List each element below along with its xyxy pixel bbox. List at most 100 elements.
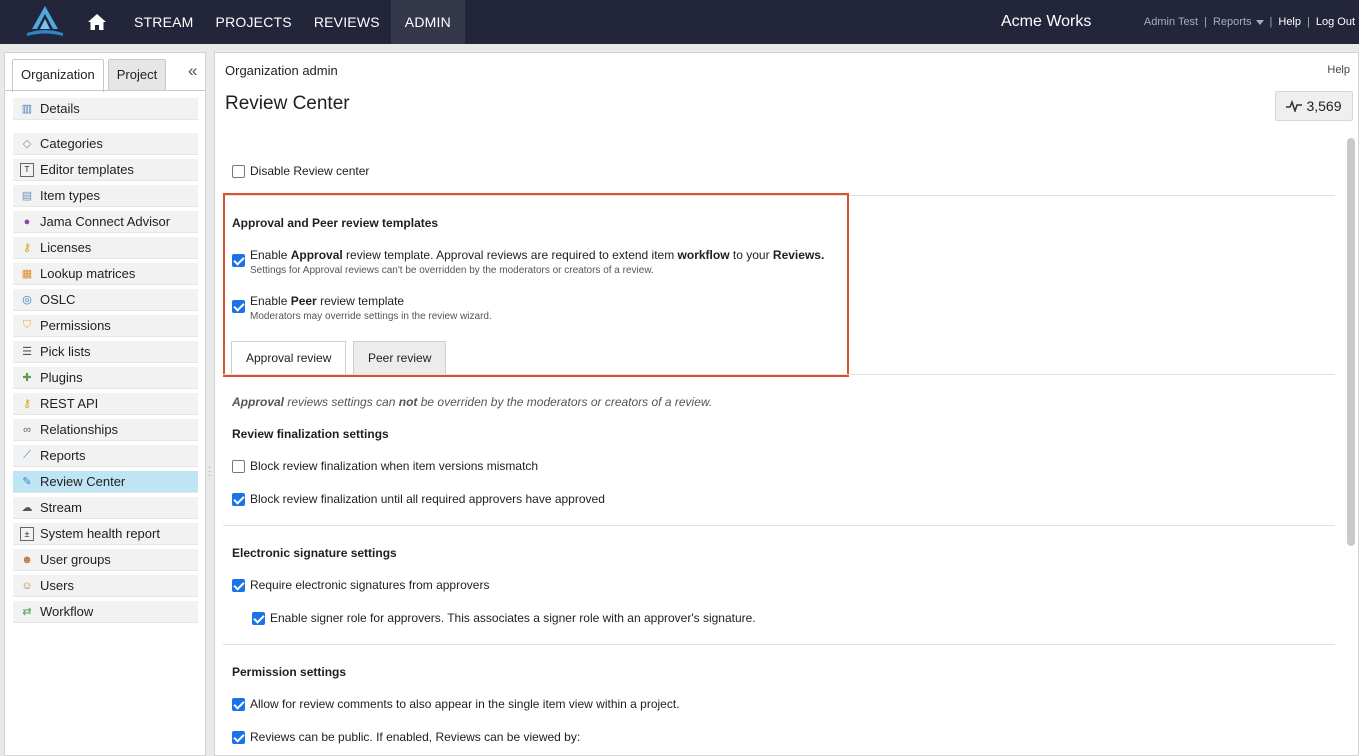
chart-icon: ⟋ (23, 449, 31, 461)
tab-project[interactable]: Project (107, 59, 167, 91)
approval-template-label: Enable Approval review template. Approva… (250, 248, 824, 262)
sidebar-item-label: Stream (40, 500, 82, 515)
activity-counter[interactable]: 3,569 (1275, 91, 1353, 121)
text-part: review template. Approval reviews are re… (342, 248, 678, 262)
esig-heading: Electronic signature settings (232, 546, 397, 560)
block-until-approved-checkbox[interactable] (232, 493, 245, 506)
templates-heading: Approval and Peer review templates (232, 216, 439, 230)
sidebar-item-categories[interactable]: ◇ Categories (13, 133, 198, 155)
sidebar-item-label: Workflow (40, 604, 94, 619)
help-link[interactable]: Help (1327, 64, 1350, 76)
perm2-row: Reviews can be public. If enabled, Revie… (232, 730, 580, 744)
text-bold: workflow (677, 248, 730, 262)
building-icon: ▥ (21, 103, 33, 115)
sidebar-item-user-groups[interactable]: ☻ User groups (13, 549, 198, 571)
text-bold: Reviews. (772, 248, 825, 262)
nav-stream[interactable]: STREAM (123, 0, 205, 44)
sidebar-item-licenses[interactable]: ⚷ Licenses (13, 237, 198, 259)
puzzle-icon: ✚ (22, 372, 32, 384)
sidebar-item-item-types[interactable]: ▤ Item types (13, 185, 198, 207)
text-part: Enable (250, 294, 291, 308)
sidebar-item-review-center[interactable]: ✎ Review Center (13, 471, 198, 493)
sidebar-item-label: Relationships (40, 422, 119, 437)
activity-count: 3,569 (1306, 98, 1342, 114)
sidebar-item-oslc[interactable]: ◎ OSLC (13, 289, 198, 311)
user-nav: Admin Test | Reports | Help | Log Out (1144, 0, 1355, 44)
workflow-icon: ⇄ (22, 606, 32, 618)
finalization-heading: Review finalization settings (232, 427, 389, 441)
nav-reviews[interactable]: REVIEWS (303, 0, 391, 44)
reports-menu[interactable]: Reports (1213, 0, 1264, 44)
permission-heading: Permission settings (232, 665, 347, 679)
peer-template-checkbox[interactable] (232, 300, 245, 313)
sidebar-item-jama-connect-advisor[interactable]: ● Jama Connect Advisor (13, 211, 198, 233)
nav-admin[interactable]: ADMIN (390, 0, 465, 44)
main-nav: STREAM PROJECTS REVIEWS ADMIN (123, 0, 465, 44)
sidebar-item-users[interactable]: ☺ Users (13, 575, 198, 597)
text-part: reviews settings can (284, 395, 399, 409)
logout-link[interactable]: Log Out (1316, 0, 1355, 44)
tab-peer-review[interactable]: Peer review (353, 341, 447, 375)
nav-projects[interactable]: PROJECTS (205, 0, 303, 44)
sidebar-item-plugins[interactable]: ✚ Plugins (13, 367, 198, 389)
disable-review-center-checkbox[interactable] (232, 165, 245, 178)
resize-handle[interactable]: · · · (208, 463, 211, 481)
collapse-sidebar-icon[interactable]: « (188, 61, 197, 81)
sidebar-item-workflow[interactable]: ⇄ Workflow (13, 601, 198, 623)
sidebar-item-label: Editor templates (40, 162, 134, 177)
sidebar-item-permissions[interactable]: ⛉ Permissions (13, 315, 198, 337)
text-part: to your (729, 248, 773, 262)
health-icon: ± (20, 526, 34, 541)
sidebar-item-label: Licenses (40, 240, 92, 255)
top-bar: STREAM PROJECTS REVIEWS ADMIN Acme Works… (0, 0, 1359, 44)
sidebar-item-label: System health report (40, 526, 160, 541)
block-version-mismatch-checkbox[interactable] (232, 460, 245, 473)
shield-icon: ⛉ (22, 319, 32, 331)
logo-icon[interactable] (26, 5, 64, 39)
sidebar-item-lookup-matrices[interactable]: ▦ Lookup matrices (13, 263, 198, 285)
disable-review-center-row: Disable Review center (232, 164, 369, 178)
sidebar-item-label: Plugins (40, 370, 83, 385)
require-esig-checkbox[interactable] (232, 579, 245, 592)
comments-in-item-view-checkbox[interactable] (232, 698, 245, 711)
sidebar-item-stream[interactable]: ☁ Stream (13, 497, 198, 519)
sidebar-item-rest-api[interactable]: ⚷ REST API (13, 393, 198, 415)
text-bold: Peer (290, 294, 317, 308)
scrollbar[interactable] (1347, 138, 1355, 546)
sidebar-item-label: Review Center (40, 474, 126, 489)
tab-organization[interactable]: Organization (12, 59, 104, 92)
organization-name: Acme Works (1001, 13, 1092, 30)
home-icon[interactable] (85, 0, 109, 44)
sidebar-item-editor-templates[interactable]: T Editor templates (13, 159, 198, 181)
sidebar-item-pick-lists[interactable]: ☰ Pick lists (13, 341, 198, 363)
reports-label: Reports (1212, 16, 1252, 28)
approval-template-text: Enable Approval review template. Approva… (250, 248, 824, 276)
approval-template-checkbox[interactable] (232, 254, 245, 267)
sidebar-item-details[interactable]: ▥ Details (13, 98, 198, 120)
sidebar-item-label: OSLC (40, 292, 76, 307)
sidebar-item-relationships[interactable]: ∞ Relationships (13, 419, 198, 441)
sidebar-item-label: Reports (40, 448, 86, 463)
advisor-icon: ● (23, 215, 31, 228)
help-link[interactable]: Help (1278, 0, 1301, 44)
divider (223, 374, 1335, 375)
list-icon: ☰ (22, 346, 32, 358)
final1-row: Block review finalization when item vers… (232, 459, 538, 473)
text-bold: Approval (232, 395, 285, 409)
user-menu[interactable]: Admin Test (1144, 0, 1198, 44)
sidebar-item-label: Users (40, 578, 74, 593)
signer-role-checkbox[interactable] (252, 612, 265, 625)
key-icon: ⚷ (22, 242, 32, 254)
sidebar-item-reports[interactable]: ⟋ Reports (13, 445, 198, 467)
sidebar-item-label: Pick lists (40, 344, 91, 359)
text-part: review template (316, 294, 405, 308)
group-icon: ☻ (21, 553, 33, 566)
activity-icon (1286, 100, 1303, 112)
public-reviews-checkbox[interactable] (232, 731, 245, 744)
sidebar-item-system-health-report[interactable]: ± System health report (13, 523, 198, 545)
breadcrumb: Organization admin (225, 63, 338, 78)
template-icon: T (20, 162, 34, 177)
link-icon: ∞ (23, 423, 31, 436)
tab-approval-review[interactable]: Approval review (231, 341, 347, 375)
block-until-approved-label: Block review finalization until all requ… (250, 492, 605, 506)
